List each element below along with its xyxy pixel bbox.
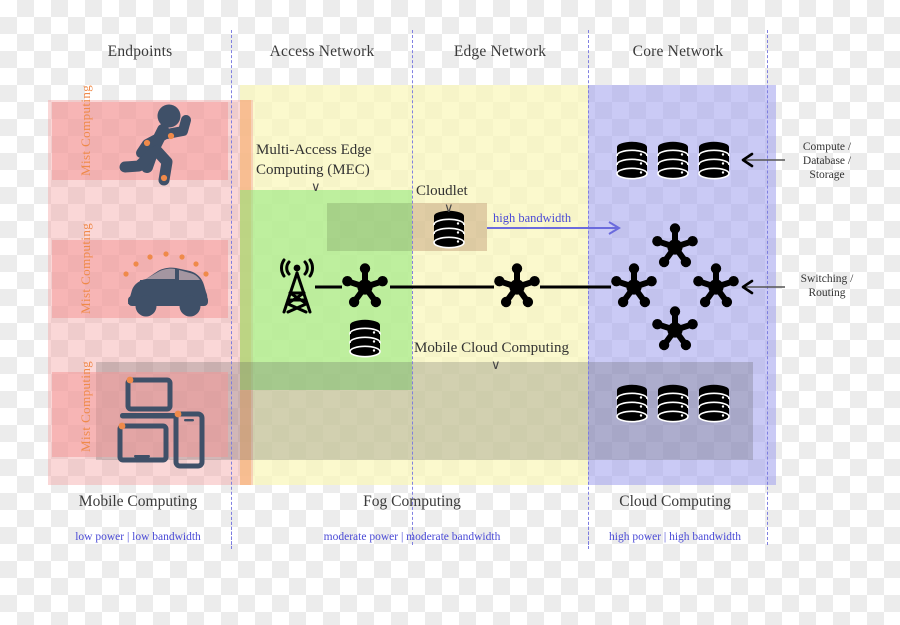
footer-sub-cloud: high power | high bandwidth: [609, 531, 741, 543]
cell-tower-icon: [279, 258, 315, 314]
running-person-icon: [119, 104, 191, 186]
compute-callout-line3: Storage: [809, 169, 845, 181]
high-bandwidth-label: high bandwidth: [493, 211, 572, 225]
network-node-core-bottom: [652, 306, 698, 350]
compute-callout-line2: Database /: [802, 155, 852, 167]
network-node-edge: [494, 263, 540, 307]
mec-chevron-down-icon: ∨: [311, 179, 321, 194]
database-stack-core-top-1: [616, 141, 648, 180]
network-node-core-top: [652, 223, 698, 267]
compute-callout-line1: Compute /: [802, 141, 852, 153]
mobile-cloud-computing-label: Mobile Cloud Computing: [414, 340, 570, 356]
database-stack-core-top-2: [657, 141, 689, 180]
database-stack-core-bottom-3: [698, 383, 730, 423]
footer-divider-right: [588, 517, 589, 549]
mec-label-line2: Computing (MEC): [256, 162, 370, 178]
footer-label-cloud: Cloud Computing: [619, 493, 731, 510]
connected-car-icon: [123, 251, 209, 317]
network-node-core-left: [611, 263, 657, 307]
footer-label-mobile: Mobile Computing: [78, 493, 198, 510]
architecture-diagram: Endpoints Access Network Edge Network Co…: [0, 0, 900, 625]
laptop-tablet-phone-icon: [117, 376, 205, 469]
database-stack-core-top-3: [698, 141, 730, 180]
switching-callout-line2: Routing: [808, 287, 846, 299]
database-stack-access: [349, 318, 381, 358]
mcc-chevron-down-icon: ∨: [491, 357, 501, 372]
mec-label-line1: Multi-Access Edge: [256, 142, 372, 158]
cloudlet-chevron-down-icon: ∨: [444, 200, 454, 215]
database-stack-core-bottom-1: [616, 383, 648, 423]
footer-label-fog: Fog Computing: [363, 493, 461, 510]
switching-callout-line1: Switching /: [800, 273, 854, 285]
network-node-core-right: [693, 263, 739, 307]
database-stack-core-bottom-2: [657, 383, 689, 423]
network-node-access: [342, 263, 388, 307]
footer-divider-left: [231, 517, 232, 549]
footer-sub-fog: moderate power | moderate bandwidth: [323, 531, 501, 543]
cloudlet-label: Cloudlet: [416, 183, 468, 199]
footer-sub-mobile: low power | low bandwidth: [75, 531, 201, 543]
database-stack-cloudlet: [433, 210, 465, 249]
